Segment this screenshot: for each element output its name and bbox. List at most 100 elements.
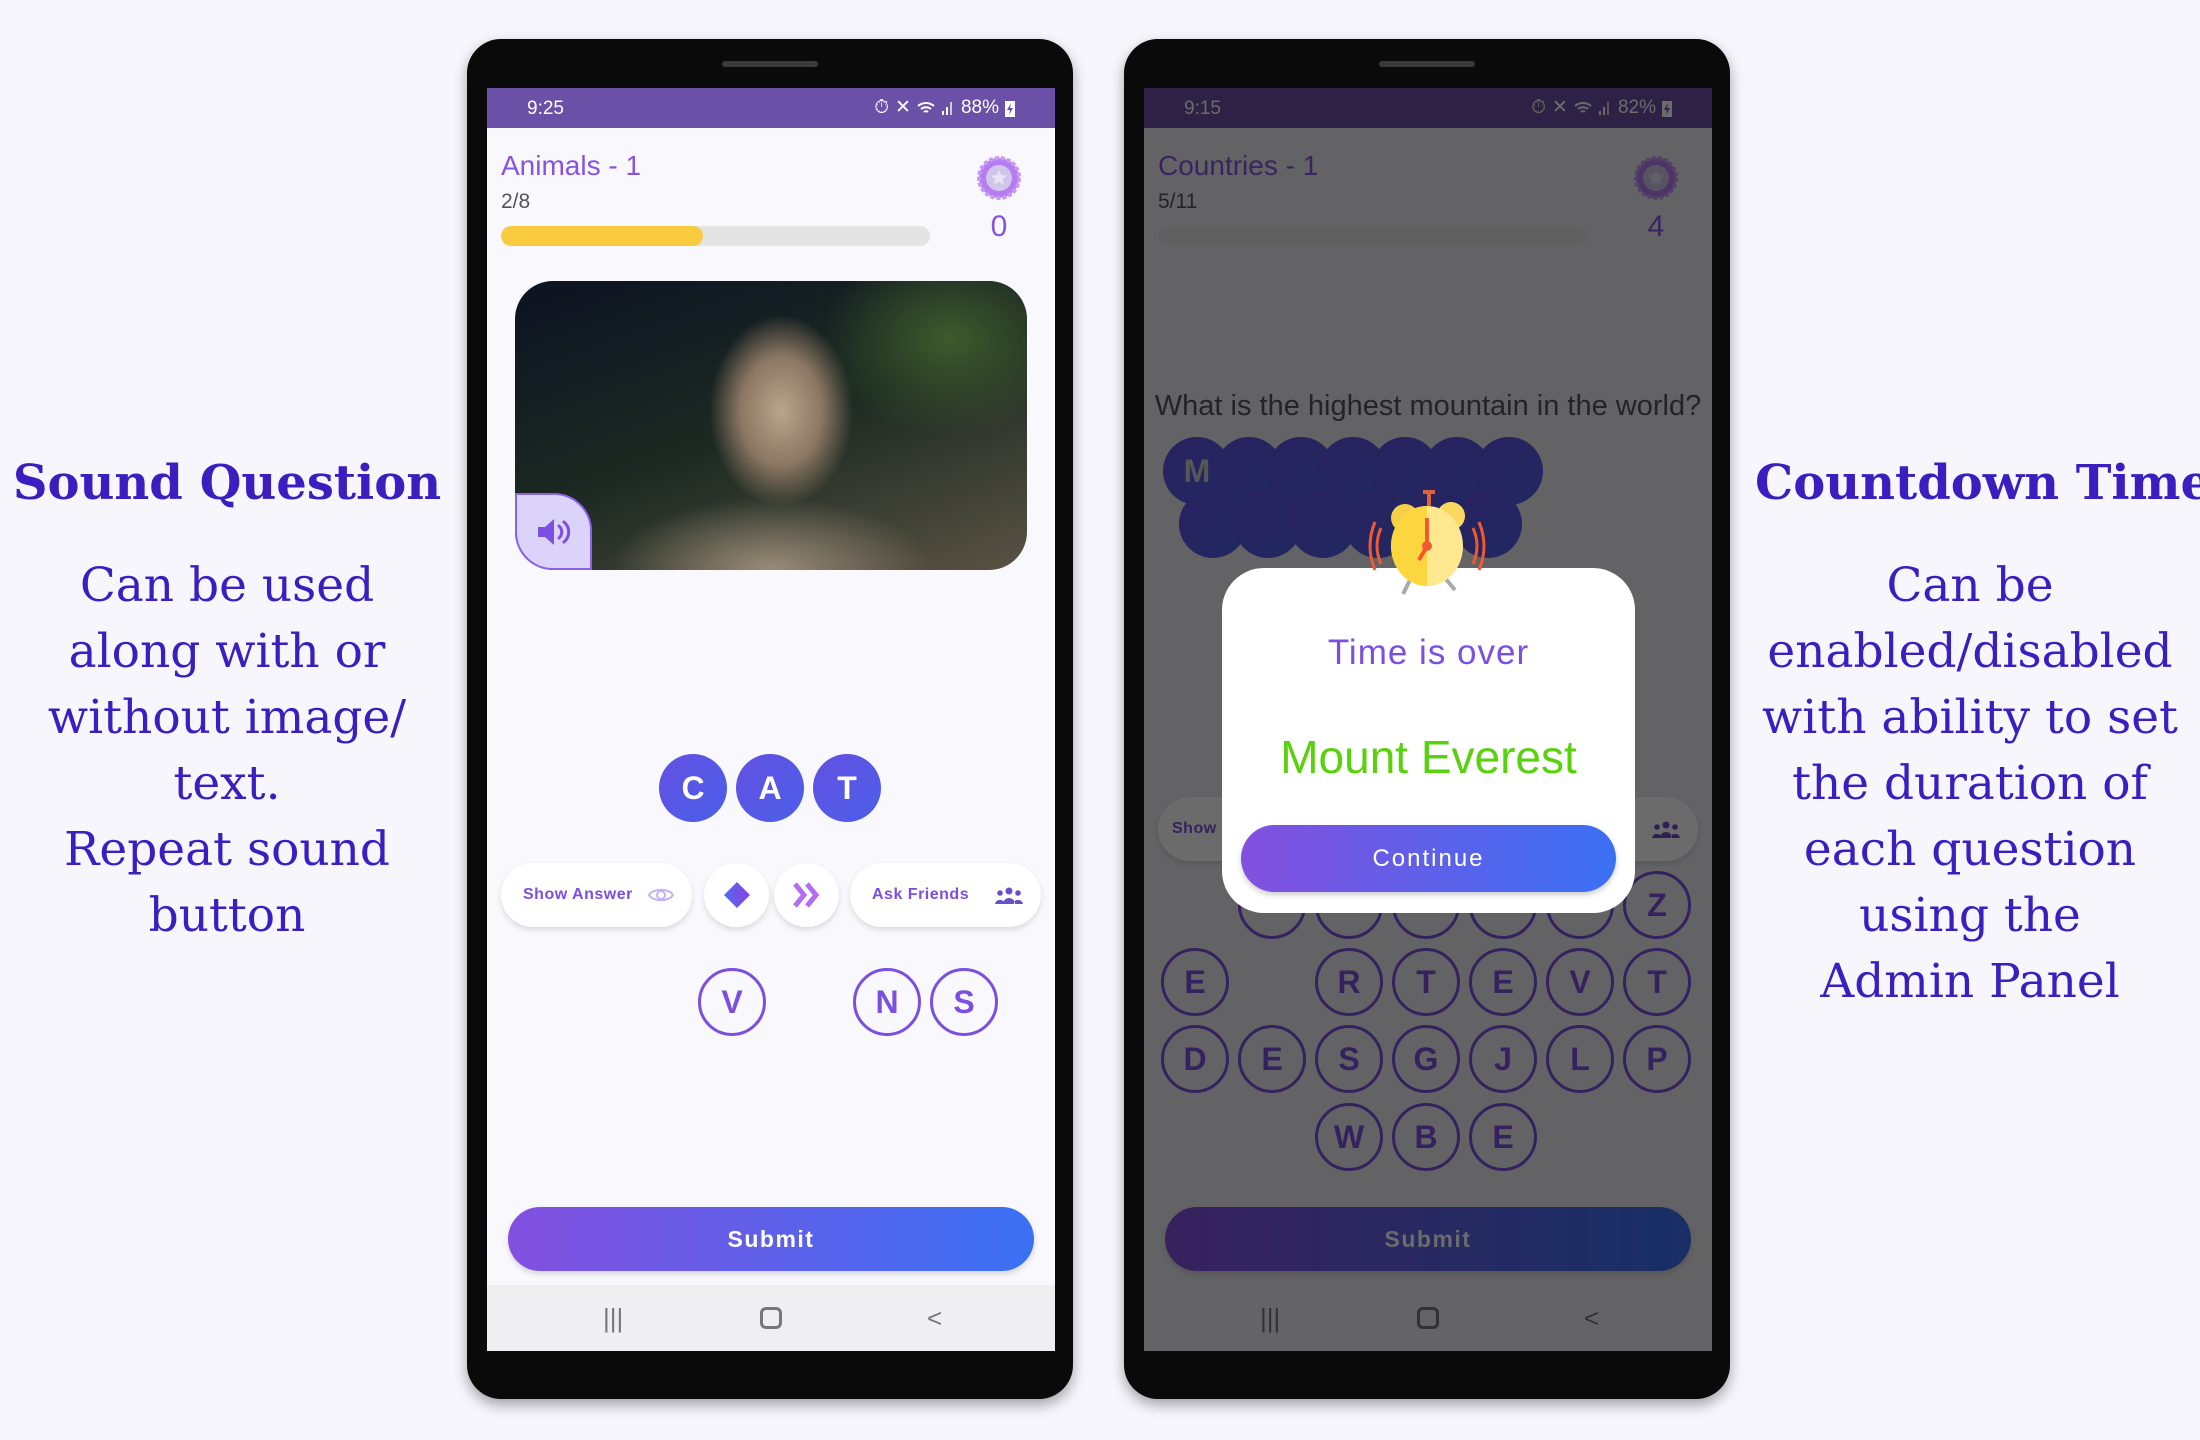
navigation-bar: ||| <: [487, 1285, 1055, 1351]
letter-key[interactable]: G: [1392, 1025, 1460, 1093]
question-counter: 2/8: [501, 190, 531, 213]
caption-line: with ability to set: [1762, 690, 2178, 745]
alarm-icon: ⏱: [1531, 96, 1547, 118]
status-bar: 9:25 ⏱ ✕ 88%: [487, 88, 1055, 128]
letter-key[interactable]: S: [930, 968, 998, 1036]
group-icon: [1652, 821, 1680, 838]
phone-sound-question: 9:25 ⏱ ✕ 88% Animals - 1 2/8 0 C A T Sho…: [467, 39, 1073, 1399]
letter-key[interactable]: E: [1469, 1103, 1537, 1171]
home-button[interactable]: [1417, 1307, 1439, 1329]
ask-friends-label: Ask Friends: [872, 886, 970, 903]
signal-icon: [941, 101, 952, 115]
letter-key[interactable]: D: [1161, 1025, 1229, 1093]
caption-line: Repeat sound: [64, 822, 390, 877]
signal-icon: [1598, 101, 1609, 115]
letter-key[interactable]: V: [698, 968, 766, 1036]
coin-badge-icon: [977, 156, 1021, 200]
letter-key[interactable]: E: [1469, 948, 1537, 1016]
caption-line: text.: [173, 756, 281, 811]
hint-button[interactable]: [704, 863, 769, 927]
score: 4: [1647, 210, 1665, 243]
show-answer-label: Show: [1172, 820, 1217, 837]
show-answer-button[interactable]: Show Answer: [501, 863, 692, 927]
letter-key[interactable]: L: [1546, 1025, 1614, 1093]
wifi-icon: [917, 101, 935, 113]
letter-key[interactable]: T: [1392, 948, 1460, 1016]
back-button[interactable]: <: [927, 1303, 942, 1334]
phone-countdown-timer: 9:15 ⏱ ✕ 82% Countries - 1 5/11 4 What i…: [1124, 39, 1730, 1399]
answer-slot[interactable]: T: [813, 754, 881, 822]
letter-key[interactable]: S: [1315, 1025, 1383, 1093]
letter-key[interactable]: J: [1469, 1025, 1537, 1093]
score: 0: [990, 210, 1008, 243]
level-title: Countries - 1: [1158, 150, 1319, 181]
screen: 9:15 ⏱ ✕ 82% Countries - 1 5/11 4 What i…: [1144, 88, 1712, 1351]
question-counter: 5/11: [1158, 190, 1198, 213]
question-text: What is the highest mountain in the worl…: [1154, 390, 1702, 422]
continue-button[interactable]: Continue: [1241, 825, 1616, 892]
screen: 9:25 ⏱ ✕ 88% Animals - 1 2/8 0 C A T Sho…: [487, 88, 1055, 1351]
letter-key[interactable]: B: [1392, 1103, 1460, 1171]
battery-charging-icon: [1662, 100, 1672, 117]
coin-badge-icon: [1634, 156, 1678, 200]
caption-line: button: [148, 888, 306, 943]
repeat-sound-button[interactable]: [515, 493, 592, 570]
status-bar: 9:15 ⏱ ✕ 82%: [1144, 88, 1712, 128]
caption-line: using the: [1859, 888, 2081, 943]
skip-button[interactable]: [774, 863, 839, 927]
mute-icon: ✕: [1552, 97, 1568, 118]
caption-line: the duration of: [1792, 756, 2148, 811]
eye-icon: [648, 888, 674, 902]
back-button[interactable]: <: [1584, 1303, 1599, 1334]
left-caption: Sound Question Can be used along with or…: [12, 455, 442, 949]
speaker-grille: [1379, 61, 1475, 67]
level-title: Animals - 1: [501, 150, 642, 181]
letter-key[interactable]: V: [1546, 948, 1614, 1016]
progress-bar: [501, 226, 930, 246]
battery-level: 88%: [960, 96, 999, 118]
letter-key[interactable]: P: [1623, 1025, 1691, 1093]
caption-line: enabled/disabled: [1767, 624, 2173, 679]
status-time: 9:15: [1184, 98, 1221, 119]
progress-fill: [501, 226, 703, 246]
status-icons: ⏱ ✕ 82%: [1531, 96, 1672, 119]
speaker-icon: [537, 518, 570, 545]
caption-line: Can be used: [79, 558, 375, 613]
dialog-title: Time is over: [1327, 633, 1530, 672]
correct-answer: Mount Everest: [1280, 731, 1577, 783]
submit-button[interactable]: Submit: [508, 1207, 1034, 1271]
ask-friends-button[interactable]: Ask Friends: [850, 863, 1041, 927]
status-time: 9:25: [527, 98, 564, 119]
letter-key[interactable]: N: [853, 968, 921, 1036]
status-icons: ⏱ ✕ 88%: [874, 96, 1015, 119]
recent-apps-button[interactable]: |||: [603, 1303, 623, 1334]
letter-key[interactable]: E: [1238, 1025, 1306, 1093]
time-over-dialog: Time is over Mount Everest Continue: [1222, 568, 1635, 913]
letter-key[interactable]: W: [1315, 1103, 1383, 1171]
alarm-icon: ⏱: [874, 96, 890, 118]
progress-bar: [1158, 226, 1587, 246]
battery-level: 82%: [1617, 96, 1656, 118]
letter-key[interactable]: R: [1315, 948, 1383, 1016]
answer-slot[interactable]: A: [736, 754, 804, 822]
caption-line: each question: [1803, 822, 2137, 877]
alarm-clock-icon: [1368, 490, 1486, 595]
caption-line: Can be: [1886, 558, 2054, 613]
home-button[interactable]: [760, 1307, 782, 1329]
letter-key[interactable]: E: [1161, 948, 1229, 1016]
double-chevron-icon: [792, 882, 819, 908]
navigation-bar: ||| <: [1144, 1285, 1712, 1351]
group-icon: [995, 887, 1023, 904]
question-image: [515, 281, 1027, 570]
diamond-icon: [723, 882, 750, 908]
submit-button[interactable]: Submit: [1165, 1207, 1691, 1271]
letter-key[interactable]: T: [1623, 948, 1691, 1016]
wifi-icon: [1574, 101, 1592, 113]
caption-line: along with or: [68, 624, 386, 679]
answer-slot[interactable]: C: [659, 754, 727, 822]
right-caption: Countdown Timer Can be enabled/disabled …: [1755, 455, 2200, 1015]
battery-charging-icon: [1005, 100, 1015, 117]
caption-heading: Sound Question: [12, 455, 442, 511]
recent-apps-button[interactable]: |||: [1260, 1303, 1280, 1334]
caption-line: Admin Panel: [1820, 954, 2120, 1009]
